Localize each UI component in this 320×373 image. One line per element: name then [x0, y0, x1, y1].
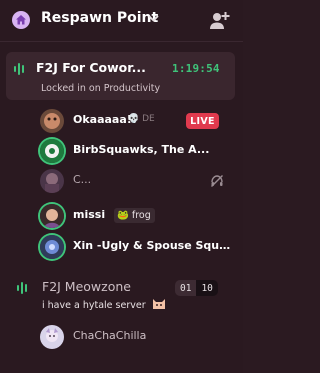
voice-channel-name[interactable]: F2J Meowzone	[42, 279, 131, 294]
channel-timer: 1:19:54	[172, 62, 220, 75]
user-limit: 10	[196, 280, 218, 296]
member-tag: 🐸 frog	[114, 208, 155, 223]
voice-member[interactable]: missi 🐸 frog	[36, 204, 236, 230]
live-badge[interactable]: LIVE	[186, 113, 219, 129]
deafened-icon	[211, 175, 223, 187]
member-name: BirbSquawks, The A...	[73, 143, 210, 156]
voice-member[interactable]: BirbSquawks, The A...	[36, 139, 236, 165]
channel-status: Locked in on Productivity	[41, 83, 161, 94]
avatar	[40, 109, 64, 133]
avatar	[40, 235, 64, 259]
member-name: C...	[73, 173, 92, 186]
avatar	[40, 169, 64, 193]
cat-emoji	[153, 299, 165, 309]
voice-member[interactable]: Xin -Ugly & Spouse Squad...	[36, 235, 236, 261]
user-count: 01	[175, 280, 197, 296]
avatar	[40, 204, 64, 228]
voice-channel-icon	[14, 63, 24, 75]
channel-status: i have a hytale server	[42, 300, 146, 311]
member-status-text: 💀 DE	[128, 114, 155, 124]
tag-text: frog	[131, 210, 151, 221]
member-name: Xin -Ugly & Spouse Squad...	[73, 239, 236, 252]
server-name[interactable]: Respawn Point	[41, 10, 158, 26]
avatar	[40, 325, 64, 349]
voice-member[interactable]: ChaChaChilla	[36, 325, 236, 351]
home-icon	[12, 11, 30, 29]
voice-member[interactable]: C...	[36, 169, 236, 195]
member-name: missi	[73, 208, 106, 221]
add-user-icon[interactable]	[207, 9, 231, 33]
avatar	[40, 139, 64, 163]
chevron-down-icon[interactable]	[148, 15, 159, 23]
member-name: ChaChaChilla	[73, 329, 147, 342]
voice-channel-name[interactable]: F2J For Cowor...	[36, 60, 158, 75]
frog-icon: 🐸	[117, 210, 129, 221]
channel-sidebar: Respawn Point F2J For Cowor... 1:19:54 L…	[0, 0, 243, 373]
voice-member[interactable]: Okaaaaa!! 💀 DE LIVE	[36, 109, 236, 135]
server-header[interactable]: Respawn Point	[0, 0, 243, 42]
user-limit-badge: 01 10	[175, 280, 218, 296]
voice-channel-icon	[17, 282, 27, 294]
